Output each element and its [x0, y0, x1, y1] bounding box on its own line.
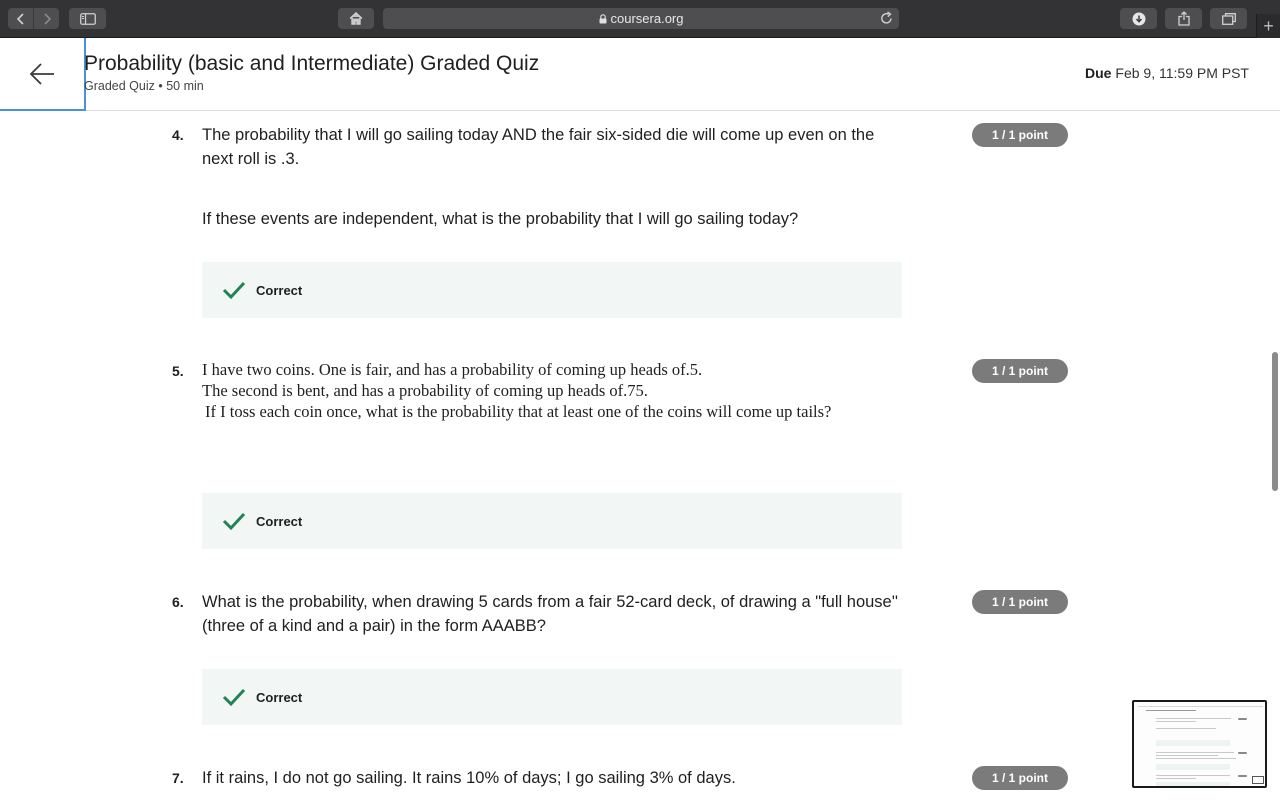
question-text: If it rains, I do not go sailing. It rai… [202, 769, 736, 787]
address-bar[interactable]: coursera.org [383, 8, 899, 29]
page-subtitle: Graded Quiz • 50 min [84, 79, 204, 93]
question-text: What is the probability, when drawing 5 … [202, 593, 899, 635]
home-icon [349, 12, 363, 25]
download-icon [1132, 12, 1145, 25]
quiz-header: Probability (basic and Intermediate) Gra… [0, 38, 1280, 111]
question-line: The second is bent, and has a probabilit… [202, 381, 648, 400]
feedback-correct: Correct [202, 493, 902, 549]
history-nav [8, 8, 59, 29]
feedback-correct: Correct [202, 669, 902, 725]
chevron-left-icon [16, 12, 24, 25]
forward-nav-button[interactable] [34, 8, 59, 29]
home-button[interactable] [338, 8, 374, 29]
points-badge: 1 / 1 point [972, 359, 1068, 383]
points-badge: 1 / 1 point [972, 590, 1068, 614]
url-text: coursera.org [610, 11, 684, 26]
scrollbar-thumb[interactable] [1272, 352, 1278, 491]
downloads-button[interactable] [1120, 8, 1157, 29]
share-button[interactable] [1165, 8, 1202, 29]
chevron-right-icon [43, 12, 51, 25]
points-badge: 1 / 1 point [972, 766, 1068, 790]
question-followup: If these events are independent, what is… [202, 210, 799, 228]
feedback-label: Correct [256, 513, 303, 529]
question-number: 7. [172, 770, 184, 786]
back-button[interactable] [0, 38, 86, 111]
tabs-icon [1221, 12, 1236, 25]
due-date: Due Feb 9, 11:59 PM PST [1085, 65, 1249, 81]
question-line: If I toss each coin once, what is the pr… [205, 402, 832, 421]
new-tab-button[interactable]: + [1256, 14, 1280, 38]
question-line: I have two coins. One is fair, and has a… [202, 360, 703, 379]
feedback-label: Correct [256, 689, 303, 705]
question-number: 5. [172, 363, 184, 379]
checkmark-icon [222, 278, 246, 302]
question-text: I have two coins. One is fair, and has a… [202, 359, 902, 422]
reload-icon[interactable] [880, 11, 893, 28]
question-text: The probability that I will go sailing t… [202, 126, 875, 168]
share-icon [1177, 11, 1190, 26]
page-thumbnail-preview[interactable] [1132, 700, 1267, 788]
back-nav-button[interactable] [8, 8, 33, 29]
tab-overview-button[interactable] [1210, 8, 1247, 29]
browser-toolbar: coursera.org + [0, 0, 1280, 38]
feedback-correct: Correct [202, 262, 902, 318]
question-number: 4. [172, 127, 184, 143]
lock-icon [599, 13, 607, 24]
sidebar-icon [79, 12, 96, 25]
checkmark-icon [222, 685, 246, 709]
feedback-label: Correct [256, 282, 303, 298]
points-badge: 1 / 1 point [972, 123, 1068, 147]
quiz-content: 4. The probability that I will go sailin… [0, 111, 1280, 800]
checkmark-icon [222, 509, 246, 533]
question-number: 6. [172, 594, 184, 610]
sidebar-toggle-button[interactable] [69, 8, 106, 29]
due-value: Feb 9, 11:59 PM PST [1115, 65, 1249, 81]
page-title: Probability (basic and Intermediate) Gra… [84, 52, 540, 75]
arrow-left-icon [29, 62, 54, 85]
due-label: Due [1084, 65, 1112, 81]
plus-icon: + [1263, 15, 1274, 36]
